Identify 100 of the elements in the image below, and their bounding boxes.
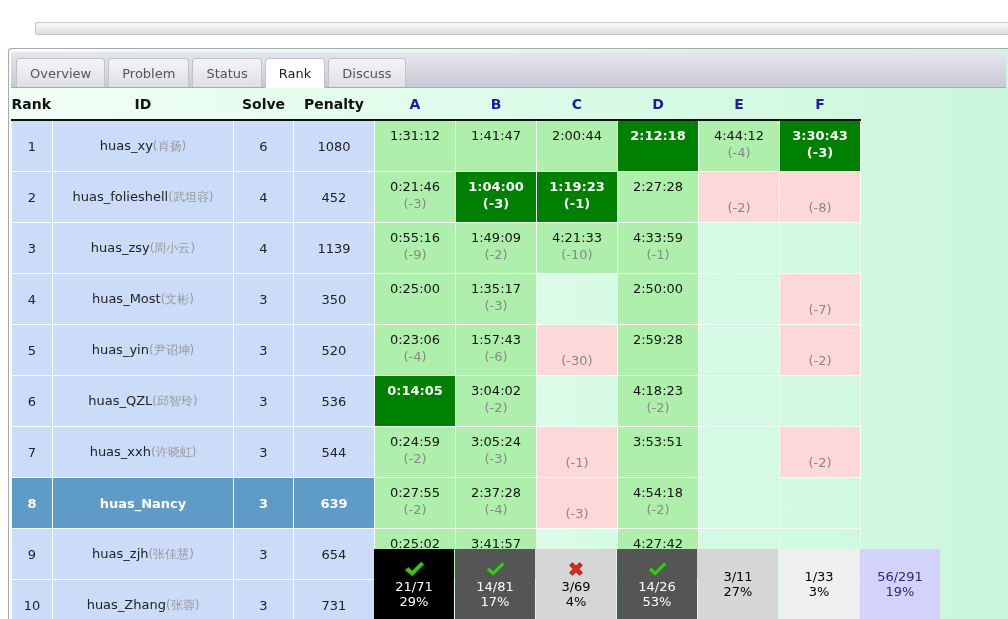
user-id: huas_Most	[91, 290, 161, 306]
solve-time: 0:25:00	[389, 281, 441, 296]
accepted-percent: 27%	[723, 584, 753, 599]
solve-time: 3:04:02	[470, 383, 522, 398]
solve-time: 2:50:00	[632, 281, 684, 296]
solve-cell: 4	[233, 171, 294, 223]
accepted-percent: 19%	[885, 584, 915, 599]
wrong-tries: (-3)	[484, 451, 508, 466]
rank-cell: 8	[11, 477, 53, 529]
solve-time: 4:27:42	[632, 536, 684, 551]
solve-cell: 3	[233, 324, 294, 376]
real-name: (许晓虹)	[151, 444, 197, 459]
solve-cell: 3	[233, 426, 294, 478]
solve-time: 1:04:00	[468, 179, 524, 194]
user-id: huas_zjh	[92, 545, 149, 561]
solve-time: 2:59:28	[632, 332, 684, 347]
tab[interactable]: Status	[192, 58, 262, 87]
tab[interactable]: Overview	[16, 58, 106, 87]
solve-time: 1:41:47	[470, 128, 522, 143]
solve-time: 0:27:55	[389, 485, 441, 500]
penalty-cell: 544	[293, 426, 375, 478]
solve-time: 3:53:51	[632, 434, 684, 449]
solve-time: 3:30:43	[792, 128, 848, 143]
accepted-percent: 29%	[399, 593, 429, 609]
wrong-tries: (-1)	[563, 196, 591, 211]
user-id: huas_yin	[91, 341, 149, 357]
rank-cell: 1	[11, 120, 53, 172]
solve-time: 1:57:43	[470, 332, 522, 347]
solve-time: 4:44:12	[713, 128, 765, 143]
solve-cell: 3	[233, 273, 294, 325]
user-id: huas_folieshell	[72, 188, 169, 204]
accepted-ratio: 56/291	[877, 569, 923, 584]
check-icon	[403, 559, 425, 578]
check-icon	[484, 559, 506, 578]
solve-time: 4:18:23	[632, 383, 684, 398]
wrong-tries: (-3)	[482, 196, 510, 211]
accepted-percent: 4%	[565, 593, 587, 609]
penalty-cell: 350	[293, 273, 375, 325]
wrong-tries: (-8)	[808, 200, 832, 215]
user-id: huas_QZL	[88, 392, 153, 408]
wrong-tries: (-2)	[646, 502, 670, 517]
wrong-tries: (-2)	[403, 502, 427, 517]
check-icon	[646, 559, 668, 578]
wrong-tries: (-2)	[484, 247, 508, 262]
wrong-tries: (-2)	[727, 200, 751, 215]
wrong-tries: (-2)	[484, 400, 508, 415]
wrong-tries: (-2)	[403, 451, 427, 466]
rank-cell: 9	[11, 528, 53, 580]
real-name: (武坦容)	[168, 189, 214, 204]
accepted-percent: 3%	[808, 584, 830, 599]
tab[interactable]: Rank	[264, 58, 326, 88]
user-id: huas_Nancy	[99, 495, 187, 511]
solve-cell: 6	[233, 120, 294, 172]
real-name: (尹诏坤)	[148, 342, 195, 357]
wrong-tries: (-4)	[403, 349, 427, 364]
solve-time: 0:14:05	[387, 383, 443, 398]
penalty-cell: 654	[293, 528, 375, 580]
wrong-tries: (-2)	[646, 400, 670, 415]
wrong-tries: (-2)	[808, 455, 832, 470]
tab[interactable]: Problem	[108, 58, 190, 87]
wrong-tries: (-6)	[484, 349, 508, 364]
penalty-cell: 520	[293, 324, 375, 376]
solve-time: 4:33:59	[632, 230, 684, 245]
rank-cell: 2	[11, 171, 53, 223]
wrong-tries: (-3)	[806, 145, 834, 160]
wrong-tries: (-1)	[646, 247, 670, 262]
accepted-percent: 17%	[480, 593, 510, 609]
wrong-tries: (-9)	[403, 247, 427, 262]
wrong-tries: (-7)	[808, 302, 832, 317]
solve-time: 0:25:02	[389, 536, 441, 551]
accepted-ratio: 14/26	[638, 578, 676, 594]
penalty-cell: 452	[293, 171, 375, 223]
wrong-tries: (-1)	[565, 455, 589, 470]
solve-time: 0:23:06	[389, 332, 441, 347]
solve-cell: 3	[233, 477, 294, 529]
real-name: (张佳慧)	[148, 546, 194, 561]
accepted-ratio: 21/71	[395, 578, 433, 594]
penalty-cell: 639	[293, 477, 375, 529]
wrong-tries: (-2)	[808, 353, 832, 368]
solve-time: 0:55:16	[389, 230, 441, 245]
user-id: huas_Zhang	[86, 596, 166, 612]
penalty-cell: 1139	[293, 222, 375, 274]
rank-cell: 10	[11, 579, 53, 619]
wrong-tries: (-3)	[403, 196, 427, 211]
rank-cell: 5	[11, 324, 53, 376]
tab[interactable]: Discuss	[328, 58, 406, 87]
real-name: (肖扬)	[152, 138, 187, 153]
accepted-ratio: 3/69	[561, 578, 591, 594]
real-name: (邱智玲)	[152, 393, 198, 408]
accepted-ratio: 14/81	[476, 578, 514, 594]
penalty-cell: 536	[293, 375, 375, 427]
real-name: (张蓉)	[165, 597, 200, 612]
solve-time: 1:49:09	[470, 230, 522, 245]
solve-time: 2:37:28	[470, 485, 522, 500]
rank-cell: 3	[11, 222, 53, 274]
accepted-ratio: 1/33	[804, 569, 834, 584]
solve-cell: 3	[233, 375, 294, 427]
solve-time: 2:12:18	[630, 128, 686, 143]
wrong-tries: (-4)	[727, 145, 751, 160]
user-id: huas_xxh	[89, 443, 151, 459]
